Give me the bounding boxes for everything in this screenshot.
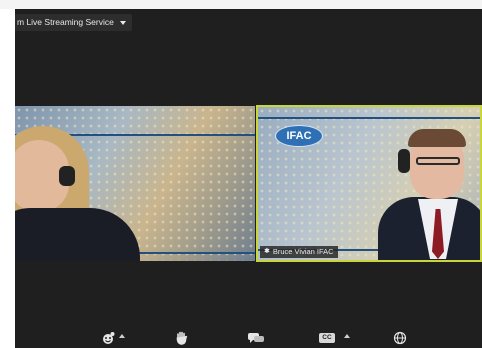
participant-video-1 [15,126,145,261]
participant-video-2 [378,129,480,260]
closed-captions-button[interactable]: CC [319,333,335,343]
ifac-logo: IFAC [275,125,323,147]
headphones-icon [59,166,75,186]
live-streaming-label: m Live Streaming Service [17,17,114,27]
video-icon[interactable] [101,331,115,345]
chevron-up-icon[interactable] [344,334,350,338]
video-tile-participant-1[interactable] [15,106,255,261]
participant-name: Bruce Vivian IFAC [272,247,334,256]
background-stripe [258,117,480,119]
meeting-window: m Live Streaming Service IFAC ✱ Bruce Vi… [15,9,482,348]
participant-name-tag: ✱ Bruce Vivian IFAC [260,246,338,258]
browser-top-strip [0,0,482,9]
live-streaming-dropdown[interactable]: m Live Streaming Service [15,14,132,31]
globe-icon[interactable] [393,331,407,345]
chat-icon[interactable] [247,331,265,345]
spotlight-pin-icon: ✱ [264,248,270,255]
meeting-toolbar: CC [15,328,482,348]
caret-down-icon [119,20,126,25]
headphones-icon [398,149,410,173]
chevron-up-icon[interactable] [119,334,125,338]
glasses [416,157,460,165]
video-tile-participant-2[interactable]: IFAC ✱ Bruce Vivian IFAC [256,105,482,262]
raise-hand-icon[interactable] [175,331,189,345]
